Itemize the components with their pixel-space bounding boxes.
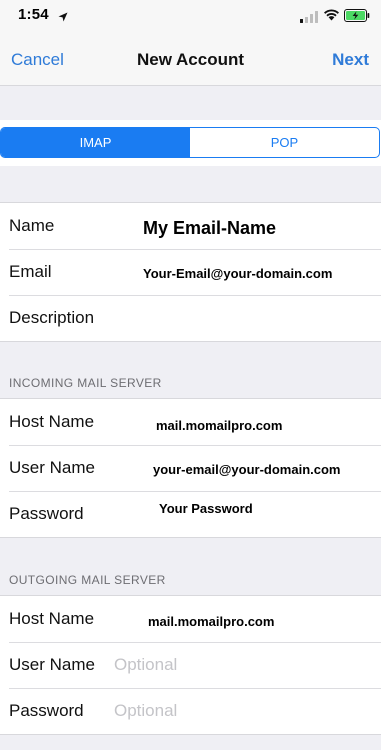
navigation-bar: Cancel New Account Next [0, 34, 381, 86]
outgoing-server-group: Host Name mail.momailpro.com User Name P… [0, 595, 381, 735]
description-row[interactable]: Description [0, 295, 381, 341]
protocol-segmented-control: IMAP POP [0, 127, 380, 158]
outgoing-host-field[interactable]: mail.momailpro.com [148, 614, 274, 629]
incoming-password-field[interactable]: Your Password [159, 501, 253, 516]
incoming-password-row[interactable]: Password Your Password [0, 491, 381, 537]
outgoing-password-input[interactable] [114, 701, 344, 721]
email-row[interactable]: Email Your-Email@your-domain.com [0, 249, 381, 295]
outgoing-host-label: Host Name [9, 609, 95, 628]
cellular-signal-icon [300, 10, 318, 28]
incoming-user-label: User Name [9, 458, 95, 477]
location-arrow-icon [58, 9, 68, 27]
page-title: New Account [136, 50, 245, 69]
email-label: Email [9, 262, 52, 281]
account-group: Name My Email-Name Email Your-Email@your… [0, 202, 381, 342]
status-bar: 1:54 [0, 0, 381, 34]
outgoing-user-input[interactable] [114, 655, 344, 675]
segment-pop[interactable]: POP [190, 128, 379, 157]
battery-charging-icon [344, 9, 370, 27]
incoming-password-label: Password [9, 504, 84, 523]
outgoing-host-row[interactable]: Host Name mail.momailpro.com [0, 596, 381, 642]
status-time: 1:54 [18, 6, 49, 23]
outgoing-user-label: User Name [9, 655, 95, 674]
incoming-server-group: Host Name mail.momailpro.com User Name y… [0, 398, 381, 538]
outgoing-password-label: Password [9, 701, 84, 720]
name-label: Name [9, 216, 55, 235]
next-button[interactable]: Next [332, 50, 369, 70]
incoming-host-field[interactable]: mail.momailpro.com [156, 418, 282, 433]
outgoing-password-row[interactable]: Password [0, 688, 381, 734]
incoming-user-row[interactable]: User Name your-email@your-domain.com [0, 445, 381, 491]
email-field[interactable]: Your-Email@your-domain.com [143, 266, 332, 281]
outgoing-user-row[interactable]: User Name [0, 642, 381, 688]
wifi-icon [323, 8, 340, 26]
name-field[interactable]: My Email-Name [143, 218, 276, 239]
incoming-host-row[interactable]: Host Name mail.momailpro.com [0, 399, 381, 445]
outgoing-section-header: OUTGOING MAIL SERVER [9, 573, 166, 587]
incoming-user-field[interactable]: your-email@your-domain.com [153, 462, 340, 477]
protocol-section: IMAP POP [0, 120, 381, 166]
incoming-host-label: Host Name [9, 412, 95, 431]
description-label: Description [9, 308, 95, 327]
incoming-section-header: INCOMING MAIL SERVER [9, 376, 162, 390]
name-row[interactable]: Name My Email-Name [0, 203, 381, 249]
segment-imap[interactable]: IMAP [1, 128, 190, 157]
